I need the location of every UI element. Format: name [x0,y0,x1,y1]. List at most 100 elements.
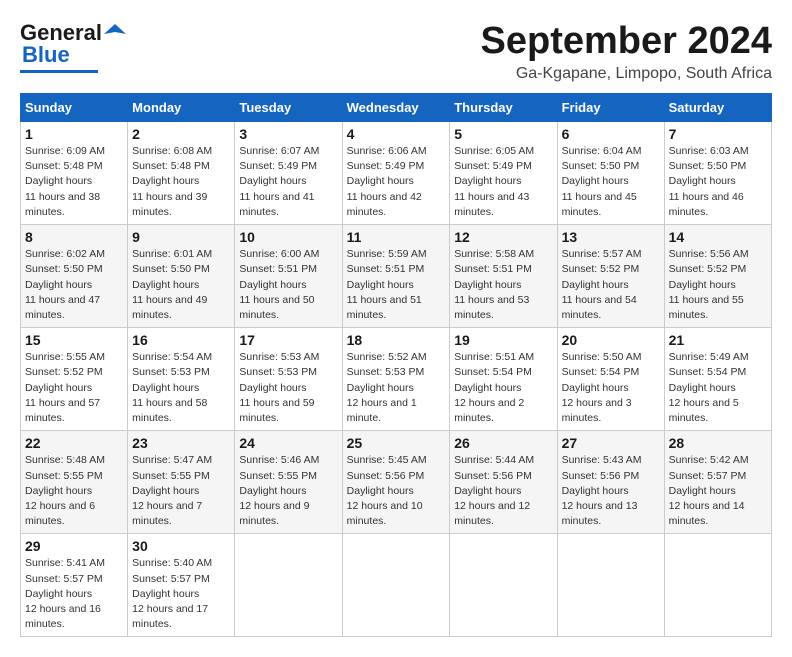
table-row [342,534,450,637]
table-row: 5 Sunrise: 6:05 AMSunset: 5:49 PMDayligh… [450,122,557,225]
day-number: 14 [669,229,767,245]
day-detail: Sunrise: 5:46 AMSunset: 5:55 PMDaylight … [239,454,319,527]
day-number: 15 [25,332,123,348]
day-detail: Sunrise: 5:40 AMSunset: 5:57 PMDaylight … [132,557,212,630]
day-detail: Sunrise: 5:48 AMSunset: 5:55 PMDaylight … [25,454,105,527]
day-number: 29 [25,538,123,554]
day-number: 7 [669,126,767,142]
day-detail: Sunrise: 5:58 AMSunset: 5:51 PMDaylight … [454,248,534,321]
day-detail: Sunrise: 6:09 AMSunset: 5:48 PMDaylight … [25,145,105,218]
calendar-table: Sunday Monday Tuesday Wednesday Thursday… [20,93,772,637]
table-row: 4 Sunrise: 6:06 AMSunset: 5:49 PMDayligh… [342,122,450,225]
logo: General Blue [20,20,126,73]
col-saturday: Saturday [664,94,771,122]
day-number: 24 [239,435,337,451]
day-detail: Sunrise: 5:47 AMSunset: 5:55 PMDaylight … [132,454,212,527]
table-row: 13 Sunrise: 5:57 AMSunset: 5:52 PMDaylig… [557,225,664,328]
day-number: 30 [132,538,230,554]
day-detail: Sunrise: 6:08 AMSunset: 5:48 PMDaylight … [132,145,212,218]
table-row: 20 Sunrise: 5:50 AMSunset: 5:54 PMDaylig… [557,328,664,431]
day-detail: Sunrise: 5:43 AMSunset: 5:56 PMDaylight … [562,454,642,527]
day-detail: Sunrise: 5:51 AMSunset: 5:54 PMDaylight … [454,351,534,424]
table-row: 25 Sunrise: 5:45 AMSunset: 5:56 PMDaylig… [342,431,450,534]
day-number: 9 [132,229,230,245]
day-detail: Sunrise: 6:05 AMSunset: 5:49 PMDaylight … [454,145,534,218]
table-row [235,534,342,637]
day-number: 22 [25,435,123,451]
table-row: 30 Sunrise: 5:40 AMSunset: 5:57 PMDaylig… [128,534,235,637]
location-title: Ga-Kgapane, Limpopo, South Africa [481,65,773,83]
table-row: 11 Sunrise: 5:59 AMSunset: 5:51 PMDaylig… [342,225,450,328]
table-row: 29 Sunrise: 5:41 AMSunset: 5:57 PMDaylig… [21,534,128,637]
day-detail: Sunrise: 6:00 AMSunset: 5:51 PMDaylight … [239,248,319,321]
day-number: 17 [239,332,337,348]
table-row: 22 Sunrise: 5:48 AMSunset: 5:55 PMDaylig… [21,431,128,534]
table-row: 7 Sunrise: 6:03 AMSunset: 5:50 PMDayligh… [664,122,771,225]
table-row: 18 Sunrise: 5:52 AMSunset: 5:53 PMDaylig… [342,328,450,431]
day-number: 13 [562,229,660,245]
table-row: 2 Sunrise: 6:08 AMSunset: 5:48 PMDayligh… [128,122,235,225]
day-detail: Sunrise: 6:02 AMSunset: 5:50 PMDaylight … [25,248,105,321]
day-number: 2 [132,126,230,142]
day-detail: Sunrise: 6:03 AMSunset: 5:50 PMDaylight … [669,145,749,218]
day-number: 5 [454,126,552,142]
table-row: 16 Sunrise: 5:54 AMSunset: 5:53 PMDaylig… [128,328,235,431]
table-row: 23 Sunrise: 5:47 AMSunset: 5:55 PMDaylig… [128,431,235,534]
col-monday: Monday [128,94,235,122]
title-block: September 2024 Ga-Kgapane, Limpopo, Sout… [481,20,773,83]
table-row: 14 Sunrise: 5:56 AMSunset: 5:52 PMDaylig… [664,225,771,328]
day-detail: Sunrise: 5:55 AMSunset: 5:52 PMDaylight … [25,351,105,424]
table-row: 27 Sunrise: 5:43 AMSunset: 5:56 PMDaylig… [557,431,664,534]
col-friday: Friday [557,94,664,122]
day-detail: Sunrise: 5:57 AMSunset: 5:52 PMDaylight … [562,248,642,321]
day-number: 19 [454,332,552,348]
col-thursday: Thursday [450,94,557,122]
day-detail: Sunrise: 5:42 AMSunset: 5:57 PMDaylight … [669,454,749,527]
day-detail: Sunrise: 6:06 AMSunset: 5:49 PMDaylight … [347,145,427,218]
table-row [664,534,771,637]
day-number: 25 [347,435,446,451]
table-row: 19 Sunrise: 5:51 AMSunset: 5:54 PMDaylig… [450,328,557,431]
day-detail: Sunrise: 5:50 AMSunset: 5:54 PMDaylight … [562,351,642,424]
day-number: 28 [669,435,767,451]
day-number: 21 [669,332,767,348]
day-detail: Sunrise: 6:01 AMSunset: 5:50 PMDaylight … [132,248,212,321]
day-detail: Sunrise: 5:45 AMSunset: 5:56 PMDaylight … [347,454,427,527]
table-row: 9 Sunrise: 6:01 AMSunset: 5:50 PMDayligh… [128,225,235,328]
logo-blue: Blue [22,42,70,68]
logo-underline [20,70,98,73]
day-detail: Sunrise: 5:49 AMSunset: 5:54 PMDaylight … [669,351,749,424]
day-detail: Sunrise: 6:04 AMSunset: 5:50 PMDaylight … [562,145,642,218]
table-row: 3 Sunrise: 6:07 AMSunset: 5:49 PMDayligh… [235,122,342,225]
day-number: 20 [562,332,660,348]
day-number: 3 [239,126,337,142]
table-row [557,534,664,637]
day-detail: Sunrise: 5:52 AMSunset: 5:53 PMDaylight … [347,351,427,424]
table-row: 21 Sunrise: 5:49 AMSunset: 5:54 PMDaylig… [664,328,771,431]
day-number: 6 [562,126,660,142]
page-header: General Blue September 2024 Ga-Kgapane, … [20,20,772,83]
col-sunday: Sunday [21,94,128,122]
day-number: 4 [347,126,446,142]
table-row: 1 Sunrise: 6:09 AMSunset: 5:48 PMDayligh… [21,122,128,225]
day-detail: Sunrise: 5:53 AMSunset: 5:53 PMDaylight … [239,351,319,424]
table-row: 6 Sunrise: 6:04 AMSunset: 5:50 PMDayligh… [557,122,664,225]
day-detail: Sunrise: 6:07 AMSunset: 5:49 PMDaylight … [239,145,319,218]
col-wednesday: Wednesday [342,94,450,122]
table-row [450,534,557,637]
day-detail: Sunrise: 5:41 AMSunset: 5:57 PMDaylight … [25,557,105,630]
table-row: 28 Sunrise: 5:42 AMSunset: 5:57 PMDaylig… [664,431,771,534]
day-number: 23 [132,435,230,451]
logo-bird-icon [104,22,126,44]
table-row: 24 Sunrise: 5:46 AMSunset: 5:55 PMDaylig… [235,431,342,534]
day-number: 26 [454,435,552,451]
day-number: 18 [347,332,446,348]
day-number: 10 [239,229,337,245]
day-detail: Sunrise: 5:54 AMSunset: 5:53 PMDaylight … [132,351,212,424]
day-detail: Sunrise: 5:59 AMSunset: 5:51 PMDaylight … [347,248,427,321]
day-number: 12 [454,229,552,245]
table-row: 12 Sunrise: 5:58 AMSunset: 5:51 PMDaylig… [450,225,557,328]
day-number: 27 [562,435,660,451]
table-row: 17 Sunrise: 5:53 AMSunset: 5:53 PMDaylig… [235,328,342,431]
day-detail: Sunrise: 5:44 AMSunset: 5:56 PMDaylight … [454,454,534,527]
